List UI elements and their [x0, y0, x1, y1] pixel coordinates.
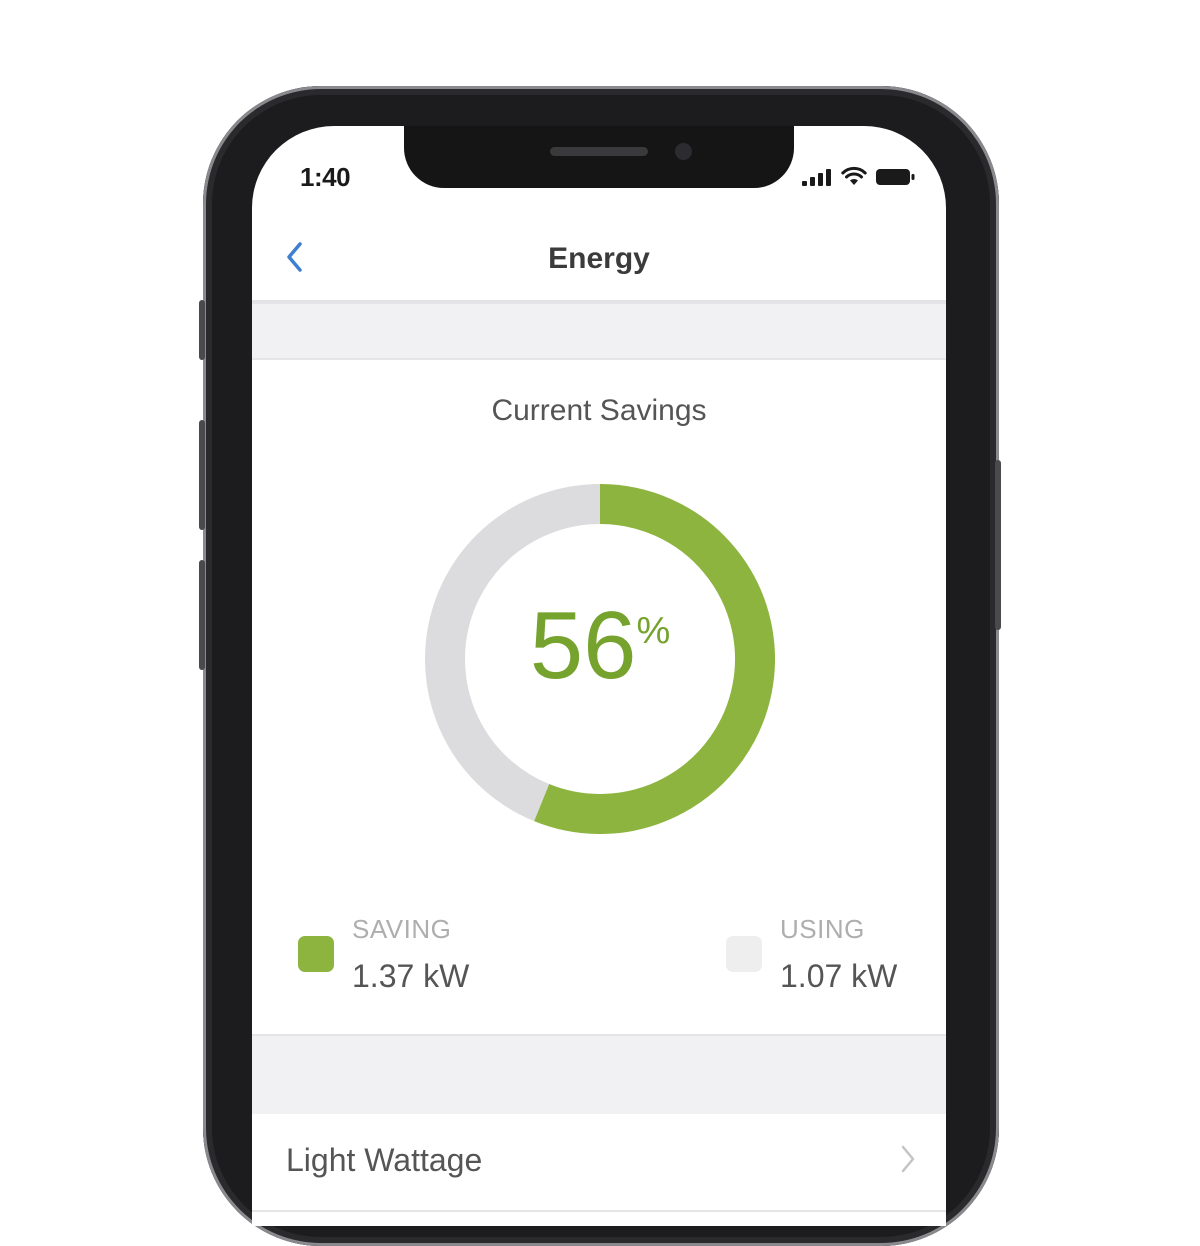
chevron-right-icon: [901, 1145, 915, 1173]
using-label: USING: [780, 914, 865, 944]
status-icons: [802, 166, 916, 186]
saving-value: 1.37 kW: [352, 958, 470, 994]
saving-label: SAVING: [352, 914, 452, 944]
page-title: Energy: [548, 242, 650, 275]
volume-up-button: [199, 420, 205, 530]
using-swatch: [726, 936, 762, 972]
speaker-grille: [550, 147, 648, 156]
light-wattage-row[interactable]: Light Wattage: [252, 1114, 946, 1212]
cellular-signal-icon: [802, 169, 831, 186]
section-separator-top: [252, 302, 946, 360]
phone-screen: 1:40 Energy Current Savings 56% SAVING 1…: [252, 126, 946, 1226]
savings-percent: 56%: [425, 596, 775, 696]
savings-percent-value: 56: [529, 592, 637, 699]
notch: [404, 126, 794, 188]
section-separator-bottom: [252, 1034, 946, 1116]
status-time: 1:40: [300, 162, 351, 192]
wifi-icon: [841, 166, 867, 185]
current-savings-title: Current Savings: [491, 394, 707, 427]
power-button: [995, 460, 1001, 630]
battery-icon: [876, 169, 915, 185]
silent-switch: [199, 300, 205, 360]
using-value: 1.07 kW: [780, 958, 898, 994]
saving-swatch: [298, 936, 334, 972]
front-camera: [675, 143, 692, 160]
savings-percent-sign: %: [636, 610, 671, 652]
light-wattage-label: Light Wattage: [286, 1142, 483, 1178]
volume-down-button: [199, 560, 205, 670]
navigation-bar: Energy: [252, 216, 946, 302]
